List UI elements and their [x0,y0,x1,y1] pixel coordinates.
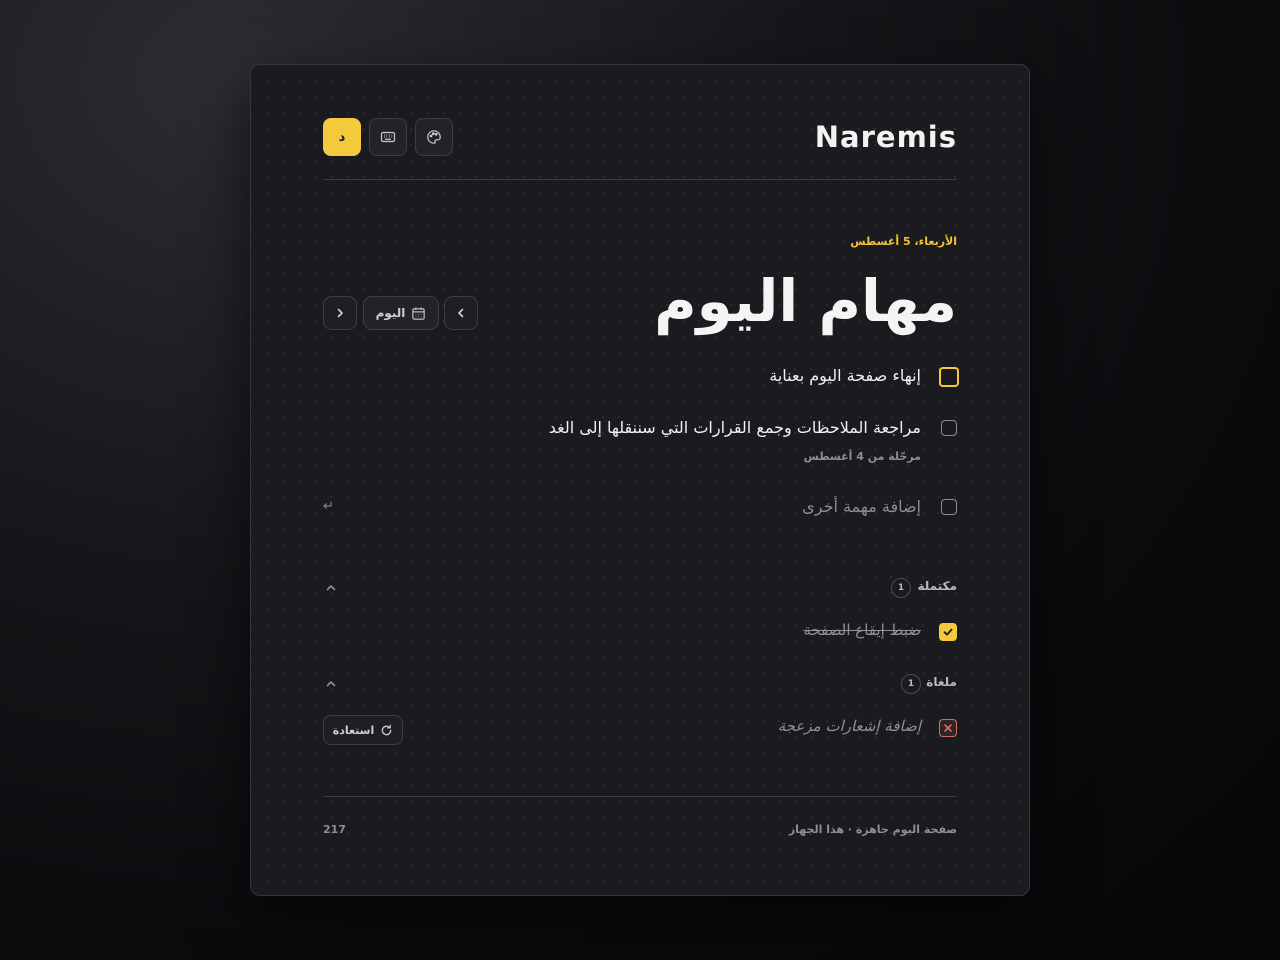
today-button[interactable]: اليوم [363,296,439,330]
cancelled-task-checkbox[interactable] [939,719,957,737]
collapse-cancelled-button[interactable] [325,675,337,694]
task-checkbox[interactable] [939,367,959,387]
brand-title: Naremis [814,120,957,154]
refresh-icon [381,724,392,735]
completed-task-title[interactable]: ضبط إيقاع الصفحة [803,621,921,639]
header-divider [323,179,957,180]
completed-section-label: مكتملة [917,579,957,593]
footer-divider [323,796,957,797]
app-card: Naremis د الأربعاء، 5 أغسطس مهام اليوم ا… [250,64,1030,896]
new-task-checkbox [941,499,957,515]
footer-counter: 217 [323,823,346,836]
restore-button[interactable]: استعادة [323,715,403,745]
chevron-left-icon [458,308,464,318]
task-carried-over-note: مرحّلة من 4 أغسطس [803,450,921,463]
chevron-right-icon [337,308,343,318]
footer-status: صفحة اليوم جاهزة · هذا الجهاز [788,823,957,836]
keyboard-shortcuts-button[interactable] [369,118,407,156]
calendar-icon [412,307,426,320]
cancelled-task-title[interactable]: إضافة إشعارات مزعجة [778,717,921,735]
theme-button[interactable] [415,118,453,156]
completed-task-checkbox[interactable] [939,623,957,641]
page-title: مهام اليوم [654,267,957,335]
close-icon [944,724,952,732]
keyboard-icon [380,131,396,143]
restore-label: استعادة [332,723,375,737]
cancelled-section-label: ملغاة [926,675,957,689]
language-button[interactable]: د [323,118,361,156]
task-title[interactable]: مراجعة الملاحظات وجمع القرارات التي سننق… [549,418,921,437]
palette-icon [427,130,441,144]
new-task-input[interactable]: إضافة مهمة أخرى [802,497,921,516]
cancelled-count-badge: 1 [901,674,921,694]
collapse-completed-button[interactable] [325,579,337,598]
enter-key-icon: ↵ [323,499,334,514]
task-checkbox[interactable] [941,420,957,436]
previous-day-button[interactable] [444,296,478,330]
check-icon [943,628,953,636]
chevron-up-icon [326,585,336,591]
next-day-button[interactable] [323,296,357,330]
chevron-up-icon [326,681,336,687]
task-title[interactable]: إنهاء صفحة اليوم بعناية [769,366,921,385]
today-label: اليوم [375,306,406,320]
current-date: الأربعاء، 5 أغسطس [850,235,957,248]
completed-count-badge: 1 [891,578,911,598]
